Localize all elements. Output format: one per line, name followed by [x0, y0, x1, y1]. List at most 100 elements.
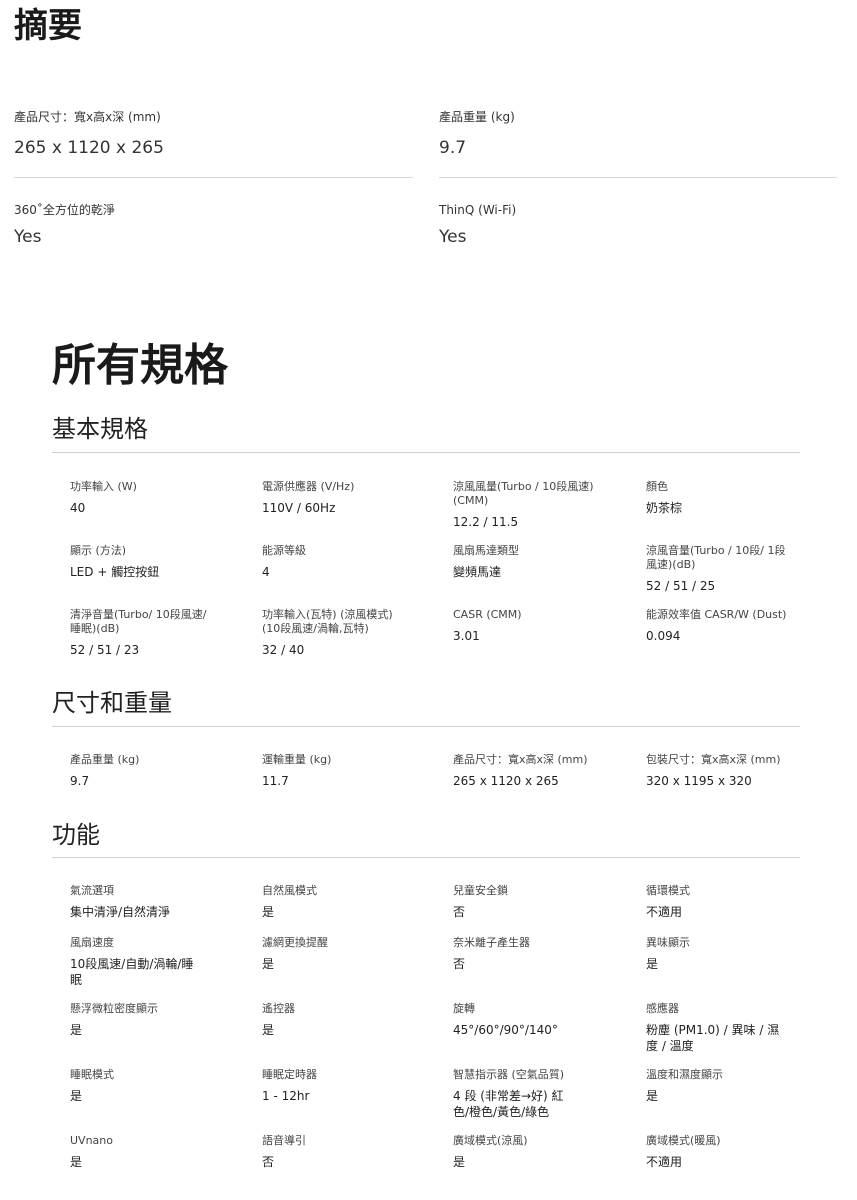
summary-title: 摘要	[14, 6, 82, 46]
spec-label: 循環模式	[646, 884, 690, 897]
spec-value: 45°/60°/90°/140°	[453, 1023, 558, 1037]
spec-value: 是	[262, 1023, 275, 1037]
spec-value: 是	[646, 1089, 659, 1103]
spec-item: 電源供應器 (V/Hz) 110V / 60Hz	[262, 480, 422, 516]
spec-item: 運輸重量 (kg) 11.7	[262, 753, 422, 789]
summary-value: 9.7	[439, 138, 467, 158]
spec-label: 產品尺寸：寬x高x深 (mm)	[453, 753, 588, 766]
spec-label: 感應器	[646, 1002, 679, 1015]
section-divider	[52, 726, 800, 727]
spec-label: 功率輸入(瓦特) (涼風模式) (10段風速/渦輪,瓦特)	[262, 608, 393, 635]
spec-label: 溫度和濕度顯示	[646, 1068, 723, 1081]
spec-item: 睡眠定時器 1 - 12hr	[262, 1068, 422, 1104]
spec-value: 32 / 40	[262, 643, 305, 657]
spec-label: 風扇馬達類型	[453, 544, 519, 557]
summary-item-dimensions: 產品尺寸：寬x高x深 (mm) 265 x 1120 x 265	[14, 108, 414, 160]
spec-value: 是	[70, 1155, 83, 1169]
spec-item: 清淨音量(Turbo/ 10段風速/ 睡眠)(dB) 52 / 51 / 23	[70, 608, 230, 658]
section-divider	[52, 857, 800, 858]
spec-item: CASR (CMM) 3.01	[453, 608, 613, 644]
spec-value: 1 - 12hr	[262, 1089, 310, 1103]
spec-item: UVnano 是	[70, 1134, 230, 1170]
spec-item: 語音導引否	[262, 1134, 422, 1170]
spec-item: 功率輸入 (W) 40	[70, 480, 230, 516]
spec-value: LED + 觸控按鈕	[70, 565, 160, 579]
spec-item: 自然風模式是	[262, 884, 422, 920]
spec-label: 功率輸入 (W)	[70, 480, 137, 493]
spec-label: 電源供應器 (V/Hz)	[262, 480, 355, 493]
spec-value: 265 x 1120 x 265	[453, 774, 559, 788]
section-title-basic: 基本規格	[52, 415, 148, 443]
spec-item: 顏色 奶茶棕	[646, 480, 806, 516]
all-specs-title: 所有規格	[52, 340, 228, 391]
spec-value: 是	[70, 1089, 83, 1103]
spec-item: 廣域模式(涼風) 是	[453, 1134, 613, 1170]
spec-label: 廣域模式(涼風)	[453, 1134, 528, 1147]
spec-label: 風扇速度	[70, 936, 114, 949]
spec-value: 否	[453, 957, 466, 971]
spec-value: 11.7	[262, 774, 289, 788]
summary-value: Yes	[439, 227, 467, 247]
spec-value: 不適用	[646, 905, 683, 919]
spec-value: 40	[70, 501, 86, 515]
spec-label: 顯示 (方法)	[70, 544, 127, 557]
spec-label: 涼風音量(Turbo / 10段/ 1段 風速)(dB)	[646, 544, 786, 571]
spec-value: 否	[262, 1155, 275, 1169]
spec-item: 感應器粉塵 (PM1.0) / 異味 / 濕 度 / 溫度	[646, 1002, 806, 1054]
spec-item: 能源等級 4	[262, 544, 422, 580]
spec-value: 4	[262, 565, 270, 579]
summary-label: ThinQ (Wi-Fi)	[439, 203, 517, 217]
spec-label: 兒童安全鎖	[453, 884, 508, 897]
spec-label: 廣域模式(暖風)	[646, 1134, 721, 1147]
spec-item: 旋轉 45°/60°/90°/140°	[453, 1002, 613, 1038]
spec-label: 包裝尺寸：寬x高x深 (mm)	[646, 753, 781, 766]
spec-value: 變頻馬達	[453, 565, 502, 579]
spec-label: 奈米離子產生器	[453, 936, 530, 949]
spec-item: 涼風音量(Turbo / 10段/ 1段 風速)(dB) 52 / 51 / 25	[646, 544, 806, 594]
section-divider	[52, 452, 800, 453]
spec-item: 睡眠模式是	[70, 1068, 230, 1104]
spec-label: 能源等級	[262, 544, 306, 557]
spec-value: 12.2 / 11.5	[453, 515, 519, 529]
spec-item: 溫度和濕度顯示是	[646, 1068, 806, 1104]
section-title-features: 功能	[52, 821, 100, 849]
spec-item: 能源效率值 CASR/W (Dust) 0.094	[646, 608, 806, 644]
spec-label: 睡眠模式	[70, 1068, 114, 1081]
spec-item: 功率輸入(瓦特) (涼風模式) (10段風速/渦輪,瓦特) 32 / 40	[262, 608, 422, 658]
spec-item: 包裝尺寸：寬x高x深 (mm) 320 x 1195 x 320	[646, 753, 806, 789]
spec-value: 是	[262, 957, 275, 971]
summary-item-360-clean: 360˚全方位的乾淨 Yes	[14, 201, 414, 249]
spec-value: 4 段 (非常差→好) 紅 色/橙色/黃色/綠色	[453, 1089, 564, 1119]
spec-value: 110V / 60Hz	[262, 501, 336, 515]
spec-value: 10段風速/自動/渦輪/睡 眠	[70, 957, 194, 987]
spec-label: 運輸重量 (kg)	[262, 753, 332, 766]
spec-value: 集中清淨/自然清淨	[70, 905, 171, 919]
spec-item: 奈米離子產生器否	[453, 936, 613, 972]
spec-label: UVnano	[70, 1134, 113, 1147]
spec-label: 旋轉	[453, 1002, 475, 1015]
summary-divider	[439, 177, 837, 178]
spec-label: 自然風模式	[262, 884, 317, 897]
summary-value: 265 x 1120 x 265	[14, 138, 164, 158]
spec-label: 顏色	[646, 480, 668, 493]
spec-value: 奶茶棕	[646, 501, 683, 515]
spec-value: 粉塵 (PM1.0) / 異味 / 濕 度 / 溫度	[646, 1023, 780, 1053]
spec-item: 濾網更換提醒是	[262, 936, 422, 972]
spec-label: 濾網更換提醒	[262, 936, 328, 949]
spec-label: 懸浮微粒密度顯示	[70, 1002, 158, 1015]
spec-value: 是	[262, 905, 275, 919]
spec-label: 智慧指示器 (空氣品質)	[453, 1068, 565, 1081]
spec-value: 9.7	[70, 774, 90, 788]
spec-item: 智慧指示器 (空氣品質) 4 段 (非常差→好) 紅 色/橙色/黃色/綠色	[453, 1068, 613, 1120]
spec-item: 產品重量 (kg) 9.7	[70, 753, 230, 789]
spec-item: 循環模式 不適用	[646, 884, 806, 920]
spec-value: 是	[646, 957, 659, 971]
spec-label: 異味顯示	[646, 936, 690, 949]
spec-value: 52 / 51 / 23	[70, 643, 140, 657]
spec-value: 是	[453, 1155, 466, 1169]
spec-label: CASR (CMM)	[453, 608, 522, 621]
spec-value: 320 x 1195 x 320	[646, 774, 752, 788]
spec-value: 0.094	[646, 629, 681, 643]
spec-item: 兒童安全鎖否	[453, 884, 613, 920]
spec-item: 風扇速度 10段風速/自動/渦輪/睡 眠	[70, 936, 230, 988]
